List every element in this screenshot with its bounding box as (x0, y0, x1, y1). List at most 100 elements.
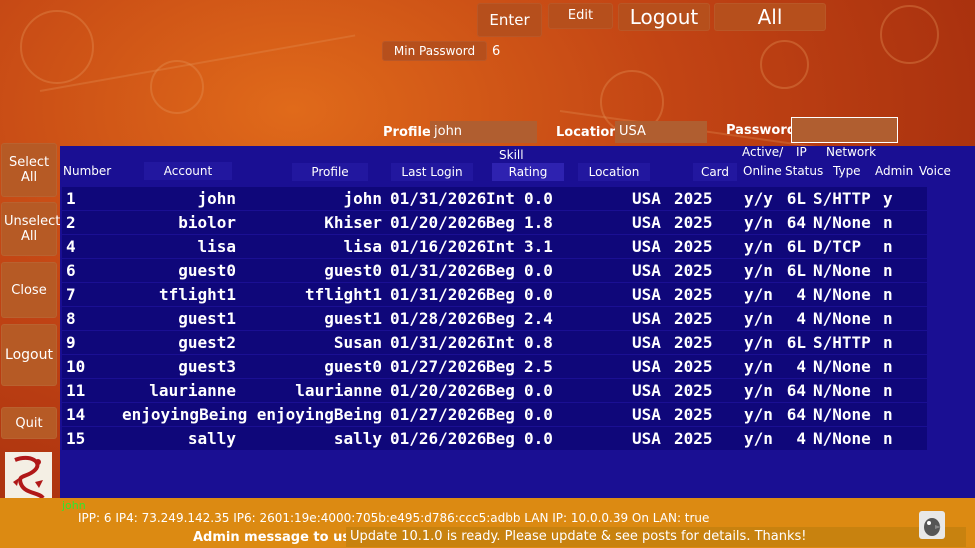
password-input[interactable] (791, 117, 898, 143)
cell-ip: 6L (786, 333, 806, 352)
cell-network: S/HTTP (813, 333, 871, 352)
table-row[interactable]: 1 john john 01/31/2026 Int 0.0 USA 2025 y/y 6L S/H… (62, 187, 927, 210)
cell-admin: n (883, 405, 893, 424)
header-account[interactable]: Account (144, 162, 232, 180)
logout-top-button[interactable]: Logout (618, 3, 710, 31)
cell-skill: Int (486, 189, 515, 208)
password-label: Password: (726, 123, 802, 138)
cell-online: y/n (744, 429, 773, 448)
header-active: Active/ (742, 145, 784, 159)
bird-avatar-icon[interactable] (919, 511, 945, 539)
table-row[interactable]: 7 tflight1 tflight1 01/31/2026 Beg 0.0 USA 2025… (62, 283, 927, 306)
logout-side-button[interactable]: Logout (1, 324, 57, 386)
cell-network: S/HTTP (813, 189, 871, 208)
cell-skill: Int (486, 333, 515, 352)
cell-number: 8 (66, 309, 76, 328)
cell-skill: Beg (486, 429, 515, 448)
cell-card: 2025 (674, 261, 713, 280)
cell-rating: 0.0 (524, 189, 553, 208)
table-row[interactable]: 14 enjoyingBeing enjoyingBeing 01/27/2026 Be… (62, 403, 927, 426)
cell-account: laurianne (149, 381, 236, 400)
header-location[interactable]: Location (578, 163, 650, 181)
cell-online: y/n (744, 309, 773, 328)
cell-rating: 0.0 (524, 405, 553, 424)
edit-button[interactable]: Edit (548, 3, 613, 29)
cell-profile: guest0 (324, 357, 382, 376)
cell-skill: Int (486, 237, 515, 256)
unselect-all-button[interactable]: Unselect All (1, 202, 60, 256)
table-row[interactable]: 4 lisa lisa 01/16/2026 Int 3.1 USA 2025 y/n 6L D/T… (62, 235, 927, 258)
cell-number: 15 (66, 429, 86, 448)
cell-admin: n (883, 357, 893, 376)
header-profile[interactable]: Profile (292, 163, 368, 181)
cell-rating: 0.8 (524, 333, 553, 352)
table-row[interactable]: 10 guest3 guest0 01/27/2026 Beg 2.5 USA 2025 y/n… (62, 355, 927, 378)
cell-card: 2025 (674, 381, 713, 400)
table-row[interactable]: 8 guest1 guest1 01/28/2026 Beg 2.4 USA 2025 y/n 4… (62, 307, 927, 330)
cell-last-login: 01/31/2026 (390, 189, 487, 208)
cell-skill: Beg (486, 309, 515, 328)
header-admin: Admin (875, 164, 914, 178)
header-type: Type (833, 164, 861, 178)
cell-card: 2025 (674, 189, 713, 208)
header-ip: IP (796, 145, 807, 159)
table-row[interactable]: 15 sally sally 01/26/2026 Beg 0.0 USA 2025 y/n 4 N… (62, 427, 927, 450)
cell-ip: 64 (786, 213, 806, 232)
all-button[interactable]: All (714, 3, 826, 31)
cell-network: D/TCP (813, 237, 862, 256)
header-card[interactable]: Card (693, 163, 737, 181)
cell-number: 7 (66, 285, 76, 304)
cell-profile: john (343, 189, 382, 208)
cell-location: USA (632, 405, 661, 424)
cell-admin: y (883, 189, 893, 208)
cell-location: USA (632, 237, 661, 256)
background-decoration (760, 40, 809, 89)
enter-button[interactable]: Enter (477, 3, 542, 37)
cell-admin: n (883, 333, 893, 352)
cell-number: 9 (66, 333, 76, 352)
header-status: Status (785, 164, 824, 178)
cell-online: y/y (744, 189, 773, 208)
cell-account: john (197, 189, 236, 208)
header-last-login[interactable]: Last Login (391, 163, 473, 181)
cell-network: N/None (813, 357, 871, 376)
cell-online: y/n (744, 237, 773, 256)
cell-ip: 4 (796, 429, 806, 448)
select-all-label: Select All (9, 155, 50, 185)
table-row[interactable]: 6 guest0 guest0 01/31/2026 Beg 0.0 USA 2025 y/n 6… (62, 259, 927, 282)
cell-online: y/n (744, 213, 773, 232)
cell-ip: 64 (786, 381, 806, 400)
cell-online: y/n (744, 357, 773, 376)
admin-message: Update 10.1.0 is ready. Please update & … (346, 527, 966, 547)
header-rating[interactable]: Rating (492, 163, 564, 181)
cell-number: 10 (66, 357, 86, 376)
profile-input[interactable]: john (430, 121, 537, 143)
cell-account: sally (187, 429, 236, 448)
quit-button[interactable]: Quit (1, 407, 57, 439)
cell-account: guest0 (178, 261, 236, 280)
cell-profile: Khiser (324, 213, 382, 232)
background-decoration (20, 10, 94, 84)
table-row[interactable]: 11 laurianne laurianne 01/20/2026 Beg 0.0 USA 2… (62, 379, 927, 402)
cell-ip: 4 (796, 309, 806, 328)
cell-rating: 2.5 (524, 357, 553, 376)
cell-rating: 0.0 (524, 261, 553, 280)
table-row[interactable]: 2 biolor Khiser 01/20/2026 Beg 1.8 USA 2025 y/n 6… (62, 211, 927, 234)
cell-account: lisa (197, 237, 236, 256)
cell-profile: laurianne (295, 381, 382, 400)
location-input[interactable]: USA (615, 121, 707, 143)
select-all-button[interactable]: Select All (1, 143, 57, 197)
cell-location: USA (632, 381, 661, 400)
cell-number: 14 (66, 405, 86, 424)
cell-card: 2025 (674, 357, 713, 376)
min-password-button[interactable]: Min Password (382, 41, 487, 61)
cell-account: guest3 (178, 357, 236, 376)
cell-profile: tflight1 (304, 285, 382, 304)
header-skill: Skill (499, 148, 524, 162)
cell-admin: n (883, 261, 893, 280)
cell-card: 2025 (674, 333, 713, 352)
table-row[interactable]: 9 guest2 Susan 01/31/2026 Int 0.8 USA 2025 y/n 6L… (62, 331, 927, 354)
dragon-logo-icon (5, 452, 52, 502)
close-button[interactable]: Close (1, 262, 57, 318)
cell-network: N/None (813, 429, 871, 448)
